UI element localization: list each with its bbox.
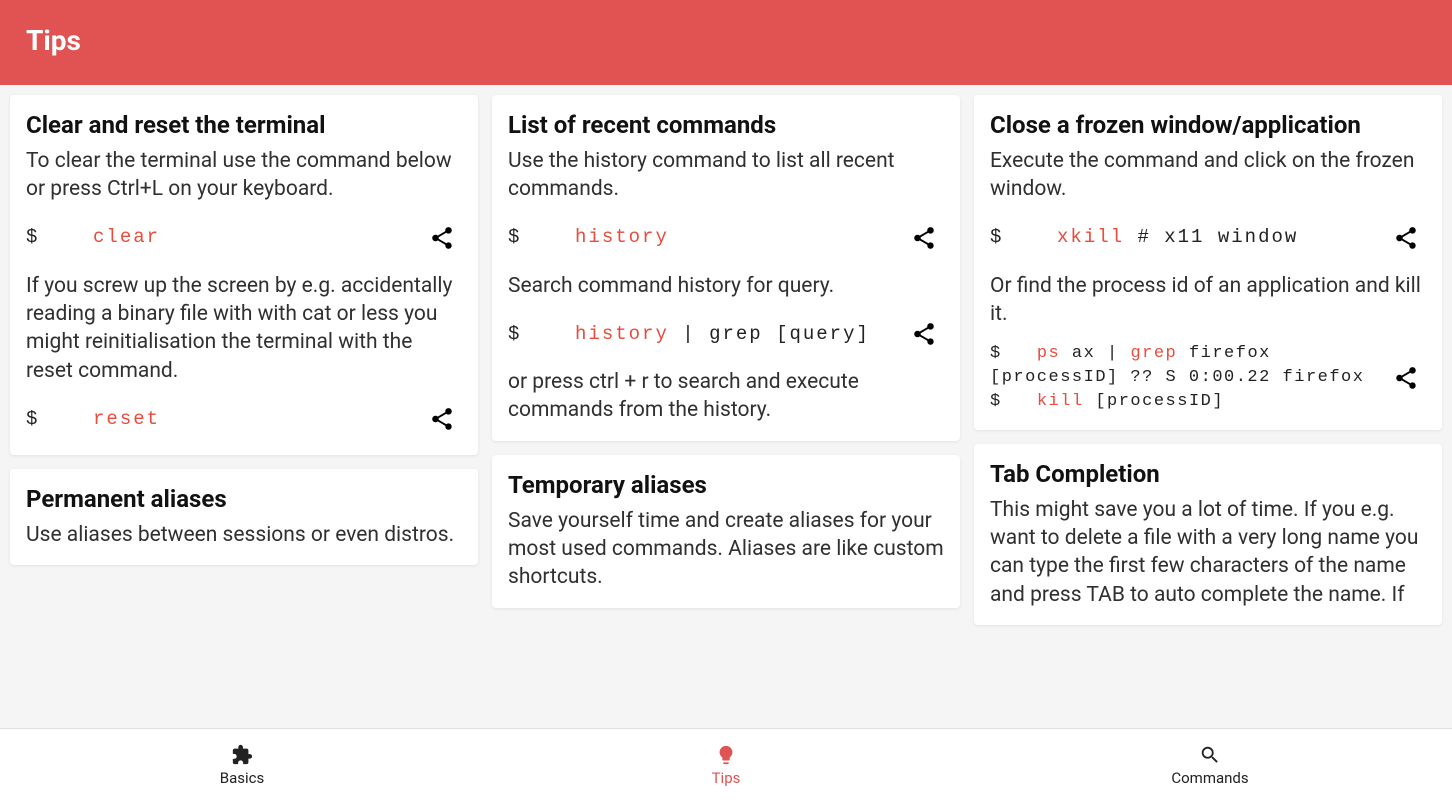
code-block: $ ps ax | grep firefox [processID] ?? S … (990, 342, 1376, 413)
page-title: Tips (26, 24, 1426, 57)
prompt: $ (508, 226, 521, 248)
nav-label: Commands (1171, 769, 1248, 787)
share-button[interactable] (904, 218, 944, 258)
column-1: Clear and reset the terminal To clear th… (10, 95, 478, 728)
command-args: # x11 window (1124, 226, 1298, 248)
share-button[interactable] (1386, 358, 1426, 398)
card-close-frozen: Close a frozen window/application Execut… (974, 95, 1442, 430)
card-text: Or find the process id of an application… (990, 272, 1426, 329)
nav-item-tips[interactable]: Tips (484, 729, 968, 800)
command-args: firefox (1177, 344, 1271, 363)
command-text: clear (93, 226, 160, 248)
content-area: Clear and reset the terminal To clear th… (0, 85, 1452, 728)
command-text: reset (93, 408, 160, 430)
code-block: $ xkill # x11 window (990, 224, 1376, 251)
code-block: $ clear (26, 224, 412, 251)
command-text: history (575, 226, 669, 248)
share-button[interactable] (904, 314, 944, 354)
command-args: | grep [query] (669, 323, 870, 345)
card-title: Tab Completion (990, 460, 1426, 488)
share-button[interactable] (422, 399, 462, 439)
code-row: $ ps ax | grep firefox [processID] ?? S … (990, 342, 1426, 413)
card-title: Clear and reset the terminal (26, 111, 462, 139)
card-text: This might save you a lot of time. If yo… (990, 496, 1426, 609)
lightbulb-icon (714, 743, 738, 767)
command-text: grep (1130, 344, 1177, 363)
prompt: $ (990, 344, 1002, 363)
code-row: $ xkill # x11 window (990, 218, 1426, 258)
prompt: $ (26, 226, 39, 248)
code-row: $ reset (26, 399, 462, 439)
share-icon (1393, 365, 1419, 391)
nav-label: Basics (220, 769, 265, 787)
share-button[interactable] (1386, 218, 1426, 258)
card-text: If you screw up the screen by e.g. accid… (26, 272, 462, 385)
card-title: Close a frozen window/application (990, 111, 1426, 139)
code-row: $ clear (26, 218, 462, 258)
code-output: [processID] ?? S 0:00.22 firefox (990, 366, 1376, 390)
app-header: Tips (0, 0, 1452, 85)
code-block: $ history | grep [query] (508, 321, 894, 348)
puzzle-icon (230, 743, 254, 767)
share-icon (911, 321, 937, 347)
card-temporary-aliases: Temporary aliases Save yourself time and… (492, 455, 960, 608)
card-text: Execute the command and click on the fro… (990, 147, 1426, 204)
column-2: List of recent commands Use the history … (492, 95, 960, 728)
nav-item-commands[interactable]: Commands (968, 729, 1452, 800)
prompt: $ (26, 408, 39, 430)
command-text: ps (1037, 344, 1060, 363)
card-text: or press ctrl + r to search and execute … (508, 368, 944, 425)
command-text: kill (1037, 392, 1084, 411)
code-row: $ history (508, 218, 944, 258)
card-text: Save yourself time and create aliases fo… (508, 507, 944, 592)
share-icon (1393, 225, 1419, 251)
card-clear-reset: Clear and reset the terminal To clear th… (10, 95, 478, 455)
command-text: history (575, 323, 669, 345)
card-title: Permanent aliases (26, 485, 462, 513)
prompt: $ (508, 323, 521, 345)
code-line: $ kill [processID] (990, 390, 1376, 414)
code-line: $ ps ax | grep firefox (990, 342, 1376, 366)
share-icon (429, 406, 455, 432)
card-text: Search command history for query. (508, 272, 944, 300)
card-recent-commands: List of recent commands Use the history … (492, 95, 960, 441)
column-3: Close a frozen window/application Execut… (974, 95, 1442, 728)
search-icon (1198, 743, 1222, 767)
share-button[interactable] (422, 218, 462, 258)
card-title: List of recent commands (508, 111, 944, 139)
card-text: Use aliases between sessions or even dis… (26, 521, 462, 549)
share-icon (911, 225, 937, 251)
nav-item-basics[interactable]: Basics (0, 729, 484, 800)
command-args: ax | (1060, 344, 1130, 363)
bottom-nav: Basics Tips Commands (0, 728, 1452, 800)
code-block: $ history (508, 224, 894, 251)
prompt: $ (990, 226, 1003, 248)
card-text: Use the history command to list all rece… (508, 147, 944, 204)
nav-label: Tips (712, 769, 741, 787)
share-icon (429, 225, 455, 251)
card-title: Temporary aliases (508, 471, 944, 499)
card-tab-completion: Tab Completion This might save you a lot… (974, 444, 1442, 625)
code-block: $ reset (26, 406, 412, 433)
command-args: [processID] (1084, 392, 1224, 411)
command-text: xkill (1057, 226, 1124, 248)
card-text: To clear the terminal use the command be… (26, 147, 462, 204)
code-row: $ history | grep [query] (508, 314, 944, 354)
prompt: $ (990, 392, 1002, 411)
card-permanent-aliases: Permanent aliases Use aliases between se… (10, 469, 478, 565)
